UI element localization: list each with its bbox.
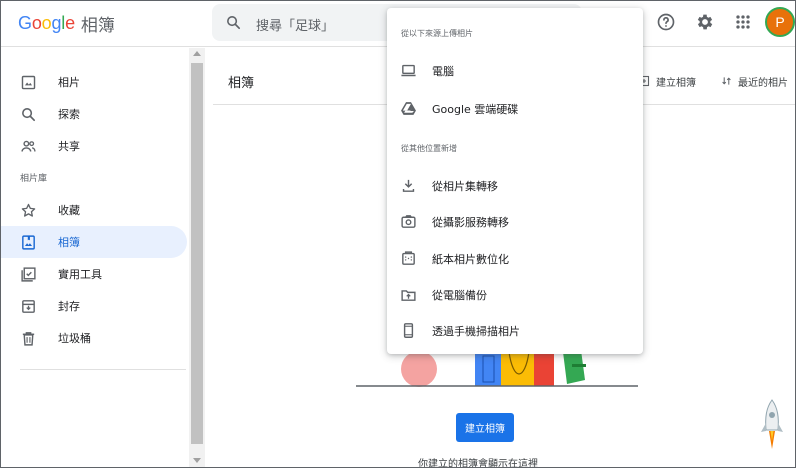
photo-icon [21, 75, 36, 90]
sidebar: 相片 探索 共享 相片庫 收藏 相簿 實用工具 封存 垃圾桶 [1, 48, 189, 467]
scan-photo-icon [402, 251, 415, 265]
search-input[interactable]: 搜尋「足球」 [256, 15, 334, 34]
menu-header-add: 從其他位置新增 [401, 144, 457, 153]
archive-icon [22, 300, 35, 313]
sidebar-scrollbar[interactable] [189, 48, 205, 467]
search-icon[interactable] [225, 14, 242, 31]
download-icon [402, 179, 415, 192]
upload-menu: 從以下來源上傳相片 電腦 Google 雲端硬碟 從其他位置新增 從相片集轉移 … [387, 8, 643, 354]
menu-item-computer-backup[interactable]: 從電腦備份 [387, 277, 643, 311]
camera-transfer-icon [401, 215, 416, 228]
trash-icon [22, 332, 35, 346]
phone-icon [403, 323, 414, 338]
create-album-button[interactable]: 建立相簿 [456, 413, 514, 442]
rocket-icon[interactable] [759, 398, 785, 454]
sidebar-item-favorites[interactable]: 收藏 [1, 194, 187, 226]
scroll-down-arrow-icon[interactable] [193, 458, 201, 463]
sidebar-item-utilities[interactable]: 實用工具 [1, 258, 187, 290]
backup-icon [401, 290, 416, 301]
scroll-thumb[interactable] [191, 63, 203, 444]
sort-icon [722, 77, 731, 85]
menu-item-label: 從電腦備份 [432, 289, 487, 302]
album-icon [22, 235, 35, 250]
sidebar-item-albums[interactable]: 相簿 [1, 226, 187, 258]
sidebar-item-trash[interactable]: 垃圾桶 [1, 322, 187, 354]
menu-header-upload: 從以下來源上傳相片 [401, 29, 473, 38]
sidebar-item-label: 實用工具 [58, 268, 102, 281]
sidebar-item-archive[interactable]: 封存 [1, 290, 187, 322]
sort-recent-button[interactable]: 最近的相片 [721, 72, 788, 90]
menu-item-computer[interactable]: 電腦 [387, 53, 643, 87]
sidebar-item-label: 相簿 [58, 236, 80, 249]
create-album-toolbar-label: 建立相簿 [656, 77, 696, 89]
create-album-toolbar-button[interactable]: 建立相簿 [638, 72, 696, 90]
apps-icon[interactable] [733, 12, 753, 32]
menu-item-label: 紙本相片數位化 [432, 253, 509, 266]
settings-icon[interactable] [695, 12, 715, 32]
search-icon [22, 108, 36, 122]
google-logo-text: Google [18, 12, 75, 33]
help-icon[interactable] [656, 12, 676, 32]
star-icon [21, 203, 36, 217]
checklist-icon [21, 267, 36, 282]
menu-item-transfer-album[interactable]: 從相片集轉移 [387, 168, 643, 202]
sidebar-item-label: 收藏 [58, 204, 80, 217]
sidebar-item-label: 封存 [58, 300, 80, 313]
sidebar-item-explore[interactable]: 探索 [1, 98, 187, 130]
page-title: 相簿 [228, 76, 255, 91]
people-icon [21, 140, 36, 152]
sidebar-divider [20, 369, 186, 370]
library-section-label: 相片庫 [20, 174, 48, 184]
sort-recent-label: 最近的相片 [738, 77, 788, 89]
sidebar-item-label: 垃圾桶 [58, 332, 91, 345]
empty-state-text: 你建立的相簿會顯示在這裡 [418, 459, 538, 468]
menu-item-digitize-prints[interactable]: 紙本相片數位化 [387, 241, 643, 275]
menu-item-label: 從攝影服務轉移 [432, 216, 509, 229]
google-drive-icon [401, 102, 416, 115]
laptop-icon [401, 64, 416, 77]
product-name: 相簿 [80, 15, 115, 36]
menu-item-label: Google 雲端硬碟 [432, 103, 519, 116]
google-photos-logo[interactable]: Google 相簿 [18, 12, 115, 36]
sidebar-item-label: 共享 [58, 140, 80, 153]
sidebar-item-label: 探索 [58, 108, 80, 121]
scroll-up-arrow-icon[interactable] [193, 51, 201, 56]
menu-item-label: 電腦 [432, 65, 454, 78]
menu-item-transfer-photo-service[interactable]: 從攝影服務轉移 [387, 204, 643, 238]
empty-albums-illustration [356, 350, 638, 387]
menu-item-label: 透過手機掃描相片 [432, 325, 520, 338]
sidebar-item-label: 相片 [58, 76, 80, 89]
menu-item-google-drive[interactable]: Google 雲端硬碟 [387, 91, 643, 125]
sidebar-item-photos[interactable]: 相片 [1, 66, 187, 98]
account-avatar[interactable]: P [765, 7, 795, 37]
menu-item-phone-scan[interactable]: 透過手機掃描相片 [387, 313, 643, 347]
sidebar-item-sharing[interactable]: 共享 [1, 130, 187, 162]
app-window: Google 相簿 搜尋「足球」 P 相片 探索 共享 相片庫 收藏 相簿 實用… [0, 0, 796, 468]
menu-item-label: 從相片集轉移 [432, 180, 498, 193]
